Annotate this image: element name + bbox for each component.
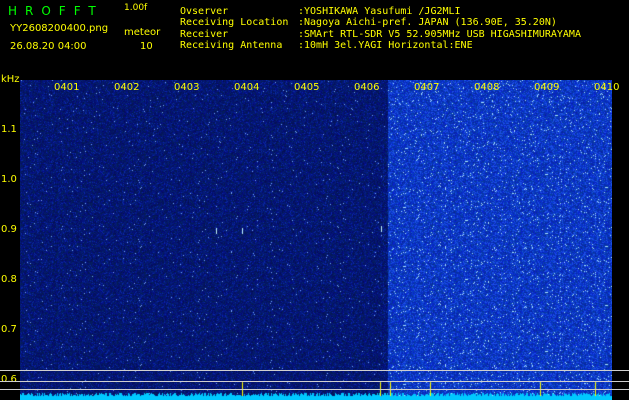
info-value-location: :Nagoya Aichi-pref. JAPAN (136.90E, 35.2… bbox=[298, 17, 557, 28]
filename-label: YY2608200400.png bbox=[10, 23, 109, 34]
minute-label: 0405 bbox=[294, 82, 320, 93]
freq-tick-label: 0.9 bbox=[1, 224, 17, 235]
minute-label: 0407 bbox=[414, 82, 440, 93]
spectrogram bbox=[20, 80, 612, 400]
mode-label: meteor bbox=[124, 27, 161, 38]
info-value-observer: :YOSHIKAWA Yasufumi /JG2MLI bbox=[298, 6, 461, 17]
hrofft-window: HROFFT 1.00f YY2608200400.png meteor 26.… bbox=[0, 0, 629, 400]
freq-tick-label: 1.0 bbox=[1, 174, 17, 185]
datetime-label: 26.08.20 04:00 bbox=[10, 41, 87, 52]
info-label-receiver: Receiver bbox=[180, 29, 229, 40]
minute-label: 0410 bbox=[594, 82, 620, 93]
reference-line bbox=[0, 381, 629, 382]
info-label-antenna: Receiving Antenna bbox=[180, 40, 283, 51]
minute-label: 0404 bbox=[234, 82, 260, 93]
version-label: 1.00f bbox=[124, 3, 148, 13]
freq-tick-label: 0.6 bbox=[1, 374, 17, 385]
app-logo: HROFFT bbox=[8, 4, 104, 18]
info-value-antenna: :10mH 3el.YAGI Horizontal:ENE bbox=[298, 40, 473, 51]
minute-label: 0402 bbox=[114, 82, 140, 93]
spectrogram-canvas bbox=[20, 80, 612, 400]
reference-line bbox=[0, 389, 629, 390]
reference-line bbox=[0, 370, 629, 371]
minute-label: 0409 bbox=[534, 82, 560, 93]
info-label-observer: Ovserver bbox=[180, 6, 229, 17]
freq-tick-label: 1.1 bbox=[1, 124, 17, 135]
info-value-receiver: :SMArt RTL-SDR V5 52.905MHz USB HIGASHIM… bbox=[298, 29, 581, 40]
minute-label: 0403 bbox=[174, 82, 200, 93]
axis-unit-label: kHz bbox=[1, 74, 20, 85]
minute-label: 0408 bbox=[474, 82, 500, 93]
minute-label: 0401 bbox=[54, 82, 80, 93]
minute-label: 0406 bbox=[354, 82, 380, 93]
mode-count: 10 bbox=[140, 41, 153, 52]
info-label-location: Receiving Location bbox=[180, 17, 289, 28]
freq-tick-label: 0.8 bbox=[1, 274, 17, 285]
freq-tick-label: 0.7 bbox=[1, 324, 17, 335]
